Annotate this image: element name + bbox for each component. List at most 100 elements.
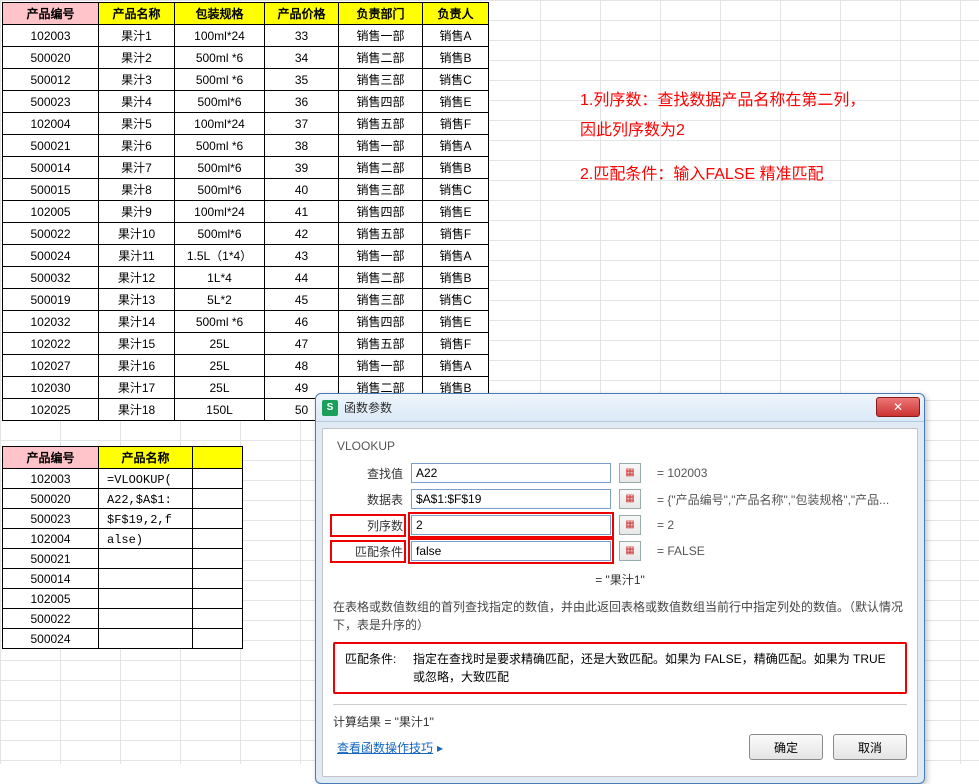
- cell[interactable]: 果汁14: [99, 311, 175, 333]
- table-row[interactable]: 500021: [3, 549, 243, 569]
- cell[interactable]: 37: [265, 113, 339, 135]
- cell[interactable]: 500ml *6: [175, 69, 265, 91]
- cell[interactable]: 500ml*6: [175, 223, 265, 245]
- cell[interactable]: 果汁18: [99, 399, 175, 421]
- cell[interactable]: 销售二部: [339, 157, 423, 179]
- cell[interactable]: 25L: [175, 355, 265, 377]
- cell[interactable]: 46: [265, 311, 339, 333]
- cell[interactable]: [99, 629, 193, 649]
- cell[interactable]: 销售E: [423, 311, 489, 333]
- cell[interactable]: 销售A: [423, 355, 489, 377]
- cell[interactable]: 销售四部: [339, 201, 423, 223]
- cell[interactable]: 1L*4: [175, 267, 265, 289]
- cell[interactable]: 果汁12: [99, 267, 175, 289]
- cell[interactable]: 39: [265, 157, 339, 179]
- cell[interactable]: [193, 529, 243, 549]
- table-row[interactable]: 500014: [3, 569, 243, 589]
- cell[interactable]: 果汁5: [99, 113, 175, 135]
- cell[interactable]: 500023: [3, 91, 99, 113]
- cell[interactable]: 销售E: [423, 91, 489, 113]
- cell[interactable]: [99, 549, 193, 569]
- cell[interactable]: 34: [265, 47, 339, 69]
- cell[interactable]: 100ml*24: [175, 113, 265, 135]
- cell[interactable]: 果汁6: [99, 135, 175, 157]
- cell[interactable]: 100ml*24: [175, 201, 265, 223]
- cell[interactable]: 销售A: [423, 245, 489, 267]
- cell[interactable]: 25L: [175, 333, 265, 355]
- cell[interactable]: 销售四部: [339, 91, 423, 113]
- table-row[interactable]: 102004果汁5100ml*2437销售五部销售F: [3, 113, 489, 135]
- cell[interactable]: 500024: [3, 629, 99, 649]
- table-row[interactable]: 500014果汁7500ml*639销售二部销售B: [3, 157, 489, 179]
- range-lookup-input[interactable]: [411, 541, 611, 561]
- cell[interactable]: 销售A: [423, 25, 489, 47]
- cell[interactable]: 35: [265, 69, 339, 91]
- cell[interactable]: 25L: [175, 377, 265, 399]
- cell[interactable]: 果汁9: [99, 201, 175, 223]
- cell[interactable]: 500ml *6: [175, 135, 265, 157]
- cell[interactable]: 销售二部: [339, 47, 423, 69]
- range-selector-button[interactable]: ▦: [619, 489, 641, 509]
- cell[interactable]: [193, 469, 243, 489]
- cell[interactable]: 500015: [3, 179, 99, 201]
- cell[interactable]: 41: [265, 201, 339, 223]
- cell[interactable]: 150L: [175, 399, 265, 421]
- table-row[interactable]: 500032果汁121L*444销售二部销售B: [3, 267, 489, 289]
- cell[interactable]: 102032: [3, 311, 99, 333]
- cell[interactable]: 果汁11: [99, 245, 175, 267]
- cell[interactable]: 销售F: [423, 113, 489, 135]
- cell[interactable]: [99, 589, 193, 609]
- cell[interactable]: 33: [265, 25, 339, 47]
- cell[interactable]: 500020: [3, 489, 99, 509]
- table-row[interactable]: 102003果汁1100ml*2433销售一部销售A: [3, 25, 489, 47]
- table-row[interactable]: 102005: [3, 589, 243, 609]
- cell[interactable]: 500ml*6: [175, 179, 265, 201]
- cell[interactable]: [193, 569, 243, 589]
- cell[interactable]: 102004: [3, 529, 99, 549]
- cell[interactable]: 500ml*6: [175, 91, 265, 113]
- cell[interactable]: 45: [265, 289, 339, 311]
- table-row[interactable]: 500022: [3, 609, 243, 629]
- cell[interactable]: 销售F: [423, 223, 489, 245]
- ok-button[interactable]: 确定: [749, 734, 823, 760]
- table-row[interactable]: 500024果汁111.5L（1*4）43销售一部销售A: [3, 245, 489, 267]
- cell[interactable]: 102027: [3, 355, 99, 377]
- cell[interactable]: 500ml *6: [175, 47, 265, 69]
- cell[interactable]: 果汁10: [99, 223, 175, 245]
- cell[interactable]: 500014: [3, 157, 99, 179]
- cell[interactable]: 销售四部: [339, 311, 423, 333]
- cell[interactable]: 500023: [3, 509, 99, 529]
- cell[interactable]: 1.5L（1*4）: [175, 245, 265, 267]
- lookup-value-input[interactable]: [411, 463, 611, 483]
- cell[interactable]: 果汁1: [99, 25, 175, 47]
- cell[interactable]: 500024: [3, 245, 99, 267]
- cell[interactable]: 102004: [3, 113, 99, 135]
- cell[interactable]: 44: [265, 267, 339, 289]
- cell[interactable]: 500032: [3, 267, 99, 289]
- cell[interactable]: 102005: [3, 589, 99, 609]
- cell[interactable]: [193, 549, 243, 569]
- cell[interactable]: 果汁16: [99, 355, 175, 377]
- table-array-input[interactable]: [411, 489, 611, 509]
- range-selector-button[interactable]: ▦: [619, 463, 641, 483]
- table-row[interactable]: 102027果汁1625L48销售一部销售A: [3, 355, 489, 377]
- cell[interactable]: 销售五部: [339, 113, 423, 135]
- cell[interactable]: 500021: [3, 549, 99, 569]
- table-row[interactable]: 500015果汁8500ml*640销售三部销售C: [3, 179, 489, 201]
- cell[interactable]: 500014: [3, 569, 99, 589]
- cell[interactable]: 销售C: [423, 289, 489, 311]
- cell[interactable]: 销售E: [423, 201, 489, 223]
- cell[interactable]: 销售F: [423, 333, 489, 355]
- table-row[interactable]: 500023果汁4500ml*636销售四部销售E: [3, 91, 489, 113]
- cell[interactable]: 102030: [3, 377, 99, 399]
- cell[interactable]: [193, 589, 243, 609]
- cell[interactable]: [193, 609, 243, 629]
- cell[interactable]: 5L*2: [175, 289, 265, 311]
- cell[interactable]: 果汁4: [99, 91, 175, 113]
- cell[interactable]: 销售B: [423, 267, 489, 289]
- cell[interactable]: 果汁13: [99, 289, 175, 311]
- cell[interactable]: 销售B: [423, 47, 489, 69]
- cell[interactable]: 500020: [3, 47, 99, 69]
- table-row[interactable]: 102005果汁9100ml*2441销售四部销售E: [3, 201, 489, 223]
- cell[interactable]: 500ml*6: [175, 157, 265, 179]
